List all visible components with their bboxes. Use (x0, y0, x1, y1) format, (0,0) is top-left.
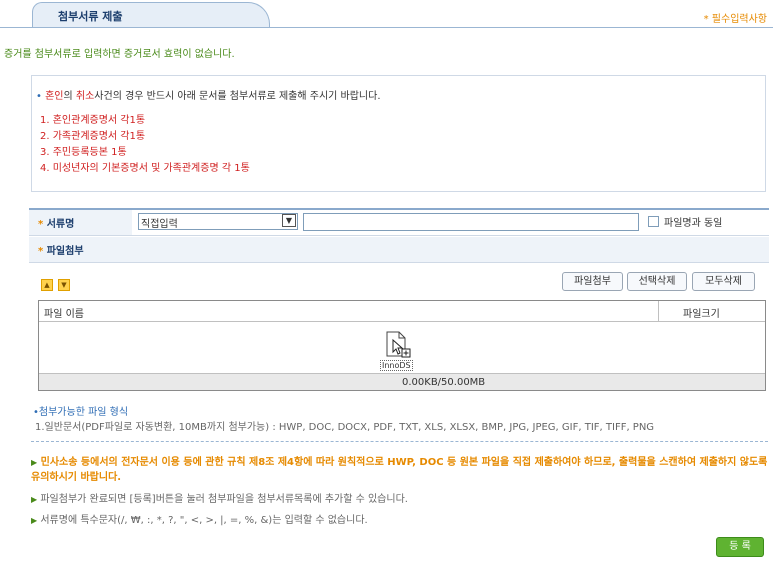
register-note: ▶ 파일첨부가 완료되면 [등록]버튼을 눌러 첨부파일을 첨부서류목록에 추가… (31, 490, 408, 505)
attach-file-button[interactable]: 파일첨부 (562, 272, 623, 291)
triangle-right-icon: ▶ (31, 458, 38, 467)
column-divider (658, 301, 659, 322)
register-button[interactable]: 등 록 (716, 537, 764, 557)
file-attach-label: * 파일첨부 (38, 242, 84, 257)
notice-text: 사건의 경우 반드시 아래 문서를 첨부서류로 제출해 주시기 바랍니다. (94, 91, 381, 102)
file-size-status: 0.00KB/50.00MB (402, 377, 486, 388)
register-note-text: 파일첨부가 완료되면 [등록]버튼을 눌러 첨부파일을 첨부서류목록에 추가할 … (40, 494, 408, 505)
triangle-right-icon: ▶ (31, 516, 38, 525)
same-as-filename-checkbox[interactable] (648, 216, 659, 227)
notice-item: 4. 미성년자의 기본증명서 및 가족관계증명 각 1통 (40, 163, 250, 174)
move-down-icon[interactable]: ▼ (58, 279, 70, 291)
special-char-note-text: 서류명에 특수문자(/, ₩, :, *, ?, ", <, >, |, =, … (40, 515, 368, 526)
doc-name-input[interactable] (303, 213, 639, 231)
file-attach-row (29, 237, 769, 263)
header-divider (0, 27, 773, 28)
chevron-down-icon[interactable]: ▼ (282, 214, 296, 227)
required-note: * 필수입력사항 (703, 14, 767, 25)
drop-component-label: InnoDS (380, 360, 413, 371)
notice-item: 2. 가족관계증명서 각1통 (40, 131, 146, 142)
doc-type-select-value: 직접입력 (141, 219, 178, 230)
file-table-header (39, 301, 765, 322)
doc-name-label: * 서류명 (38, 215, 74, 230)
notice-connector: 의 (63, 91, 76, 102)
required-star-icon: * (38, 219, 44, 230)
notice-item: 3. 주민등록등본 1통 (40, 147, 127, 158)
column-file-size: 파일크기 (683, 309, 720, 320)
page-title: 첨부서류 제출 (58, 10, 123, 23)
file-drop-icon[interactable] (383, 330, 411, 360)
file-types-list: 1.일반문서(PDF파일로 자동변환, 10MB까지 첨부가능) : HWP, … (35, 422, 655, 433)
dashed-divider (31, 441, 768, 442)
delete-selected-button[interactable]: 선택삭제 (627, 272, 687, 291)
original-file-warning-text: 민사소송 등에서의 전자문서 이용 등에 관한 규칙 제8조 제4항에 따라 원… (31, 457, 768, 483)
same-as-filename-label: 파일명과 동일 (664, 218, 723, 229)
file-types-heading-text: 첨부가능한 파일 형식 (38, 407, 129, 418)
bullet-icon: • (36, 91, 42, 102)
notice-highlight-marriage: 혼인 (45, 91, 64, 102)
delete-all-button[interactable]: 모두삭제 (692, 272, 755, 291)
file-types-heading: •첨부가능한 파일 형식 (33, 403, 128, 418)
evidence-warning: 증거를 첨부서류로 입력하면 증거로서 효력이 없습니다. (4, 49, 235, 60)
notice-heading: • 혼인의 취소사건의 경우 반드시 아래 문서를 첨부서류로 제출해 주시기 … (36, 87, 381, 102)
notice-item: 1. 혼인관계증명서 각1통 (40, 115, 146, 126)
file-attach-label-text: 파일첨부 (46, 246, 84, 257)
move-up-icon[interactable]: ▲ (41, 279, 53, 291)
triangle-right-icon: ▶ (31, 495, 38, 504)
special-char-note: ▶ 서류명에 특수문자(/, ₩, :, *, ?, ", <, >, |, =… (31, 511, 368, 526)
doc-name-label-text: 서류명 (46, 219, 75, 230)
column-file-name: 파일 이름 (44, 309, 84, 320)
original-file-warning: ▶ 민사소송 등에서의 전자문서 이용 등에 관한 규칙 제8조 제4항에 따라… (31, 455, 768, 485)
notice-highlight-cancel: 취소 (75, 91, 95, 102)
required-star-icon: * (38, 246, 44, 257)
